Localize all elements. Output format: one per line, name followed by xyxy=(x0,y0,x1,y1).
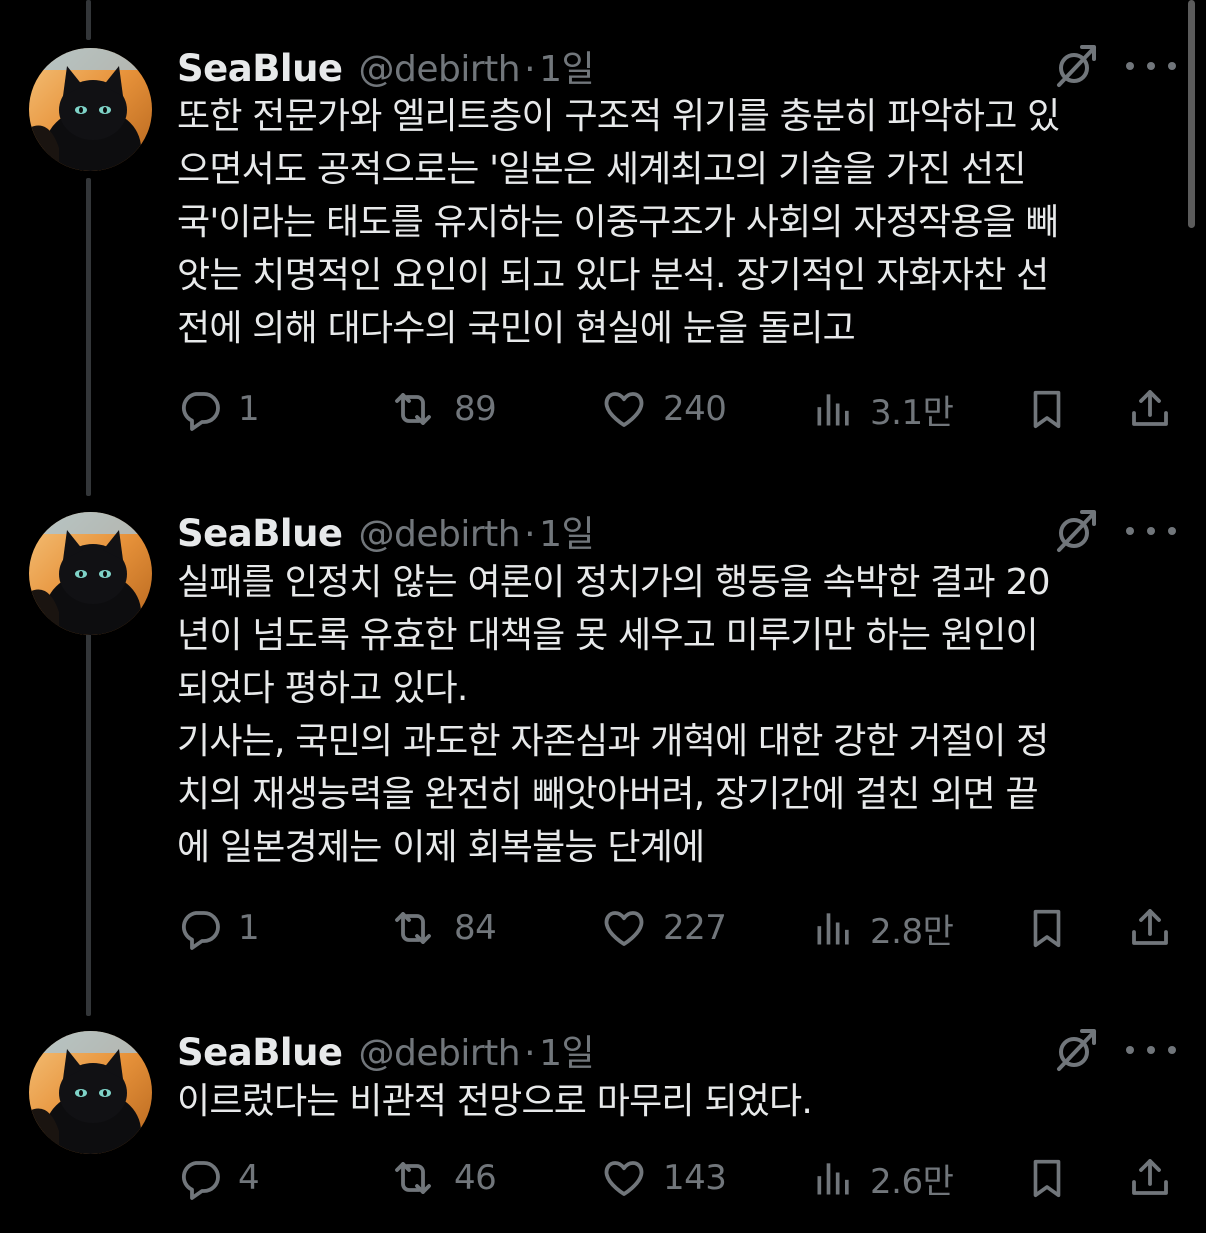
reply-count: 1 xyxy=(238,908,260,948)
timestamp[interactable]: 1일 xyxy=(539,1024,595,1076)
thread-line xyxy=(86,178,91,496)
views-icon xyxy=(812,904,856,952)
grok-icon[interactable] xyxy=(1052,1026,1100,1074)
reply-icon xyxy=(176,1154,224,1202)
retweet-button[interactable]: 89 xyxy=(386,381,497,437)
heart-icon xyxy=(599,1154,649,1202)
reply-button[interactable]: 4 xyxy=(176,1150,260,1206)
share-icon xyxy=(1126,904,1174,952)
bookmark-button[interactable] xyxy=(1024,900,1070,956)
scrollbar[interactable] xyxy=(1188,0,1195,228)
separator-dot: · xyxy=(524,514,536,555)
thread-line xyxy=(86,0,91,40)
separator-dot: · xyxy=(524,49,536,90)
views-count: 2.6만 xyxy=(870,1161,954,1202)
heart-icon xyxy=(599,904,649,952)
retweet-count: 46 xyxy=(454,1158,497,1198)
bookmark-icon xyxy=(1024,384,1070,434)
timestamp[interactable]: 1일 xyxy=(539,40,595,92)
tweet-actions: 1 89 240 3.1만 xyxy=(0,381,1206,437)
share-icon xyxy=(1126,1154,1174,1202)
more-icon[interactable] xyxy=(1126,1035,1176,1065)
bookmark-icon xyxy=(1024,1153,1070,1203)
heart-icon xyxy=(599,385,649,433)
views-button[interactable]: 2.6만 xyxy=(812,1150,954,1206)
tweet-header: SeaBlue @debirth · 1일 xyxy=(177,1024,595,1076)
reply-icon xyxy=(176,904,224,952)
views-icon xyxy=(812,385,856,433)
tweet-text: 실패를 인정치 않는 여론이 정치가의 행동을 속박한 결과 20 년이 넘도록… xyxy=(177,562,1051,868)
retweet-icon xyxy=(386,385,440,433)
tweet-text: 이르렀다는 비관적 전망으로 마무리 되었다. xyxy=(177,1081,813,1122)
bookmark-icon xyxy=(1024,903,1070,953)
share-button[interactable] xyxy=(1126,381,1174,437)
like-count: 143 xyxy=(663,1158,727,1198)
retweet-button[interactable]: 46 xyxy=(386,1150,497,1206)
tweet-actions: 4 46 143 2.6만 xyxy=(0,1150,1206,1206)
separator-dot: · xyxy=(524,1033,536,1074)
tweet-text: 또한 전문가와 엘리트층이 구조적 위기를 충분히 파악하고 있 으면서도 공적… xyxy=(177,96,1060,349)
user-handle[interactable]: @debirth xyxy=(359,514,521,555)
like-button[interactable]: 240 xyxy=(599,381,727,437)
more-icon[interactable] xyxy=(1126,516,1176,546)
like-count: 227 xyxy=(663,908,727,948)
views-count: 2.8만 xyxy=(870,911,954,952)
retweet-icon xyxy=(386,904,440,952)
share-icon xyxy=(1126,385,1174,433)
like-button[interactable]: 143 xyxy=(599,1150,727,1206)
display-name[interactable]: SeaBlue xyxy=(177,1031,343,1074)
bookmark-button[interactable] xyxy=(1024,381,1070,437)
reply-icon xyxy=(176,385,224,433)
retweet-icon xyxy=(386,1154,440,1202)
tweet-header: SeaBlue @debirth · 1일 xyxy=(177,505,595,557)
user-handle[interactable]: @debirth xyxy=(359,49,521,90)
display-name[interactable]: SeaBlue xyxy=(177,47,343,90)
bookmark-button[interactable] xyxy=(1024,1150,1070,1206)
views-icon xyxy=(812,1154,856,1202)
thread-line xyxy=(86,620,91,1016)
views-button[interactable]: 2.8만 xyxy=(812,900,954,956)
retweet-button[interactable]: 84 xyxy=(386,900,497,956)
views-count: 3.1만 xyxy=(870,392,954,433)
user-handle[interactable]: @debirth xyxy=(359,1033,521,1074)
reply-button[interactable]: 1 xyxy=(176,381,260,437)
like-button[interactable]: 227 xyxy=(599,900,727,956)
like-count: 240 xyxy=(663,389,727,429)
views-button[interactable]: 3.1만 xyxy=(812,381,954,437)
grok-icon[interactable] xyxy=(1052,42,1100,90)
avatar[interactable] xyxy=(29,1031,152,1154)
grok-icon[interactable] xyxy=(1052,507,1100,555)
reply-button[interactable]: 1 xyxy=(176,900,260,956)
tweet-header: SeaBlue @debirth · 1일 xyxy=(177,40,595,92)
more-icon[interactable] xyxy=(1126,51,1176,81)
share-button[interactable] xyxy=(1126,900,1174,956)
reply-count: 4 xyxy=(238,1158,260,1198)
avatar[interactable] xyxy=(29,512,152,635)
share-button[interactable] xyxy=(1126,1150,1174,1206)
avatar[interactable] xyxy=(29,48,152,171)
timestamp[interactable]: 1일 xyxy=(539,505,595,557)
reply-count: 1 xyxy=(238,389,260,429)
tweet-actions: 1 84 227 2.8만 xyxy=(0,900,1206,956)
display-name[interactable]: SeaBlue xyxy=(177,512,343,555)
retweet-count: 84 xyxy=(454,908,497,948)
retweet-count: 89 xyxy=(454,389,497,429)
